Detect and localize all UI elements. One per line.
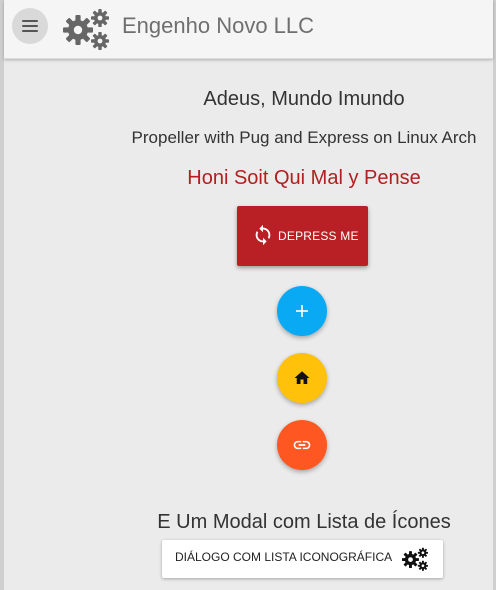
app-bar: Engenho Novo LLC — [4, 0, 493, 59]
gears-icon — [402, 547, 428, 571]
motto-text: Honi Soit Qui Mal y Pense — [187, 167, 421, 189]
refresh-icon — [255, 224, 271, 246]
menu-button[interactable] — [12, 8, 48, 44]
hamburger-menu-icon — [22, 20, 38, 22]
link-icon — [293, 440, 311, 450]
plus-icon — [296, 305, 308, 317]
hamburger-menu-icon-bar — [22, 30, 38, 32]
browser-viewport: Engenho Novo LLC Adeus, Mundo Imundo Pro… — [0, 0, 496, 590]
app-title: Engenho Novo LLC — [122, 13, 315, 38]
dialog-button-label: DIÁLOGO COM LISTA ICONOGRÁFICA — [175, 550, 393, 564]
page-heading: Adeus, Mundo Imundo — [203, 88, 405, 110]
page-subheading: Propeller with Pug and Express on Linux … — [131, 128, 477, 147]
home-icon — [294, 371, 310, 384]
open-icon-list-dialog-button[interactable]: DIÁLOGO COM LISTA ICONOGRÁFICA — [162, 540, 443, 578]
gears-icon — [63, 9, 109, 50]
depress-me-button[interactable]: DEPRESS ME — [237, 206, 368, 266]
hamburger-menu-icon-bar — [22, 25, 38, 27]
link-fab-button[interactable] — [277, 420, 327, 470]
modal-section-heading: E Um Modal com Lista de Ícones — [157, 511, 451, 533]
home-fab-button[interactable] — [277, 353, 327, 403]
depress-me-label: DEPRESS ME — [278, 229, 359, 243]
add-fab-button[interactable] — [277, 286, 327, 336]
